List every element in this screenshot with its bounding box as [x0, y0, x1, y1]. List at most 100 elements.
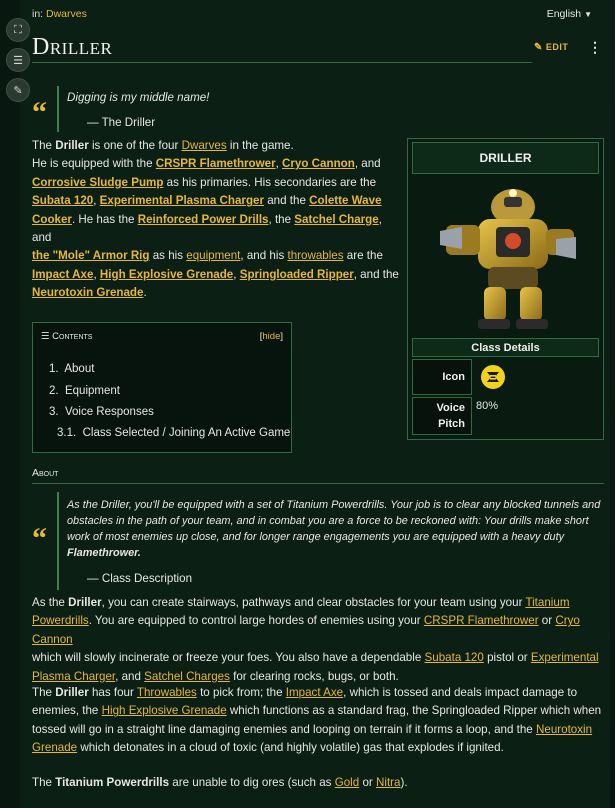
- voice-pitch-value: 80%: [476, 400, 499, 412]
- epc-link[interactable]: Plasma Charger: [32, 670, 115, 683]
- driller-name: Driller: [55, 139, 89, 152]
- neuro-link[interactable]: Neurotoxin: [536, 723, 592, 736]
- quote-bar: [57, 492, 59, 590]
- he-link[interactable]: High Explosive Grenade: [102, 704, 227, 717]
- page-title: Driller: [32, 34, 113, 60]
- section-divider: [32, 483, 604, 484]
- breadcrumb-link[interactable]: Dwarves: [46, 8, 87, 20]
- text: He is equipped with the: [32, 157, 153, 171]
- text: tossed will go in a straight line damagi…: [32, 722, 533, 736]
- text: . He has the: [71, 212, 135, 226]
- more-options-button[interactable]: ⋮: [588, 39, 602, 56]
- text: or: [541, 614, 553, 628]
- cooker-link[interactable]: Cooker: [32, 213, 72, 226]
- chevron-down-icon: ▼: [584, 10, 592, 19]
- edit-rail-button[interactable]: ✎: [6, 78, 30, 102]
- text: which will slowly incinerate or freeze y…: [32, 651, 422, 665]
- quote-bar: [57, 86, 59, 132]
- gold-link[interactable]: Gold: [335, 776, 360, 789]
- driller-name: Driller: [68, 596, 102, 609]
- corrosive-link[interactable]: Corrosive Sludge Pump: [32, 176, 163, 189]
- dwarves-link[interactable]: Dwarves: [182, 139, 227, 152]
- epc-link[interactable]: Experimental: [531, 651, 599, 664]
- quote-attribution: — Class Description: [87, 572, 193, 585]
- toc-toggle: [hide]: [260, 331, 283, 342]
- section-heading-about: About: [32, 467, 59, 479]
- toc-label: Class Selected / Joining An Active Game: [82, 427, 291, 439]
- language-selector[interactable]: English ▼: [547, 8, 592, 20]
- list-icon: ☰: [13, 54, 23, 67]
- text: for clearing rocks, bugs, or both.: [233, 669, 399, 683]
- text: as his primaries. His secondaries are th…: [166, 175, 377, 189]
- toc-button[interactable]: ☰: [6, 48, 30, 72]
- armor-link[interactable]: the "Mole" Armor Rig: [32, 249, 150, 262]
- breadcrumb-prefix: in:: [32, 8, 44, 20]
- voice-label-cell: Voice Pitch: [412, 397, 472, 435]
- impact-link[interactable]: Impact Axe: [286, 686, 343, 699]
- breadcrumb: in: Dwarves: [32, 8, 87, 20]
- table-of-contents: ☰ Contents [hide] 1. About 2. Equipment …: [32, 322, 292, 453]
- text: which functions as a standard frag, the …: [229, 704, 602, 718]
- spring-link[interactable]: Springloaded Ripper: [240, 268, 354, 281]
- text: as his: [152, 249, 184, 263]
- driller-image: [440, 189, 576, 329]
- toc-item[interactable]: 3.1. Class Selected / Joining An Active …: [57, 427, 290, 439]
- rpd-link[interactable]: Reinforced Power Drills: [138, 213, 269, 226]
- pencil-icon: ✎: [13, 84, 23, 97]
- toc-number: 2.: [49, 385, 59, 397]
- expand-button[interactable]: ⛶: [6, 18, 30, 42]
- subata-link[interactable]: Subata 120: [32, 194, 93, 207]
- text: The: [32, 139, 52, 152]
- text: ]: [280, 331, 283, 342]
- satchel-link[interactable]: Satchel Charge: [294, 213, 378, 226]
- quote-icon: “: [32, 522, 47, 555]
- text: , the: [268, 212, 292, 226]
- language-label: English: [546, 8, 582, 20]
- powerdrills-name: Titanium Powerdrills: [55, 776, 170, 789]
- toc-item[interactable]: 2. Equipment: [49, 385, 120, 397]
- subata-link[interactable]: Subata 120: [425, 651, 484, 664]
- colette-link[interactable]: Colette Wave: [309, 194, 381, 207]
- icon-label: Icon: [442, 371, 465, 383]
- powerdrills-link[interactable]: Powerdrills: [32, 614, 89, 627]
- neuro-link[interactable]: Grenade: [32, 741, 77, 754]
- toc-hide-link[interactable]: hide: [262, 331, 280, 342]
- neuro-link[interactable]: Neurotoxin Grenade: [32, 286, 143, 299]
- satchel-link[interactable]: Satchel Charges: [144, 670, 230, 683]
- text: , you can create stairways, pathways and…: [101, 596, 523, 609]
- he-link[interactable]: High Explosive Grenade: [100, 268, 233, 281]
- impact-link[interactable]: Impact Axe: [32, 268, 93, 281]
- text: , and his: [240, 249, 285, 263]
- text: which detonates in a cloud of toxic (and…: [80, 741, 504, 755]
- quote-attribution: — The Driller: [87, 116, 156, 129]
- quote-icon: “: [32, 96, 47, 129]
- text: enemies, the: [32, 704, 99, 718]
- toc-item[interactable]: 3. Voice Responses: [49, 406, 154, 418]
- powerdrills-link[interactable]: Titanium: [525, 596, 569, 609]
- toc-item[interactable]: 1. About: [49, 363, 94, 375]
- text: , and: [354, 157, 381, 171]
- toc-title: Contents: [52, 331, 93, 342]
- throwables-link[interactable]: Throwables: [137, 686, 197, 699]
- equipment-link[interactable]: equipment: [186, 249, 240, 262]
- edit-button[interactable]: ✎ EDIT: [534, 42, 568, 53]
- text: .: [143, 286, 147, 300]
- class-description-quote: As the Driller, you'll be equipped with …: [67, 497, 607, 561]
- throwables-link[interactable]: throwables: [287, 249, 343, 262]
- crspr-link[interactable]: CRSPR Flamethrower: [424, 614, 539, 627]
- text: is one of the four: [91, 139, 179, 152]
- text: and the: [267, 194, 306, 208]
- quote-line: Flamethrower.: [67, 547, 141, 560]
- about-paragraph-1: As the Driller, you can create stairways…: [32, 594, 607, 686]
- voice-label: Voice: [436, 402, 465, 414]
- driller-class-icon: [481, 365, 505, 389]
- text: The: [32, 776, 52, 789]
- toc-label: Voice Responses: [64, 406, 154, 418]
- cryo-link[interactable]: Cryo Cannon: [282, 157, 355, 170]
- text: The: [32, 686, 52, 699]
- crspr-link[interactable]: CRSPR Flamethrower: [156, 157, 276, 170]
- infobox-title: DRILLER: [412, 142, 599, 174]
- epc-link[interactable]: Experimental Plasma Charger: [100, 194, 264, 207]
- intro-paragraph: The Driller is one of the four Dwarves i…: [32, 139, 399, 300]
- nitra-link[interactable]: Nitra: [376, 776, 400, 789]
